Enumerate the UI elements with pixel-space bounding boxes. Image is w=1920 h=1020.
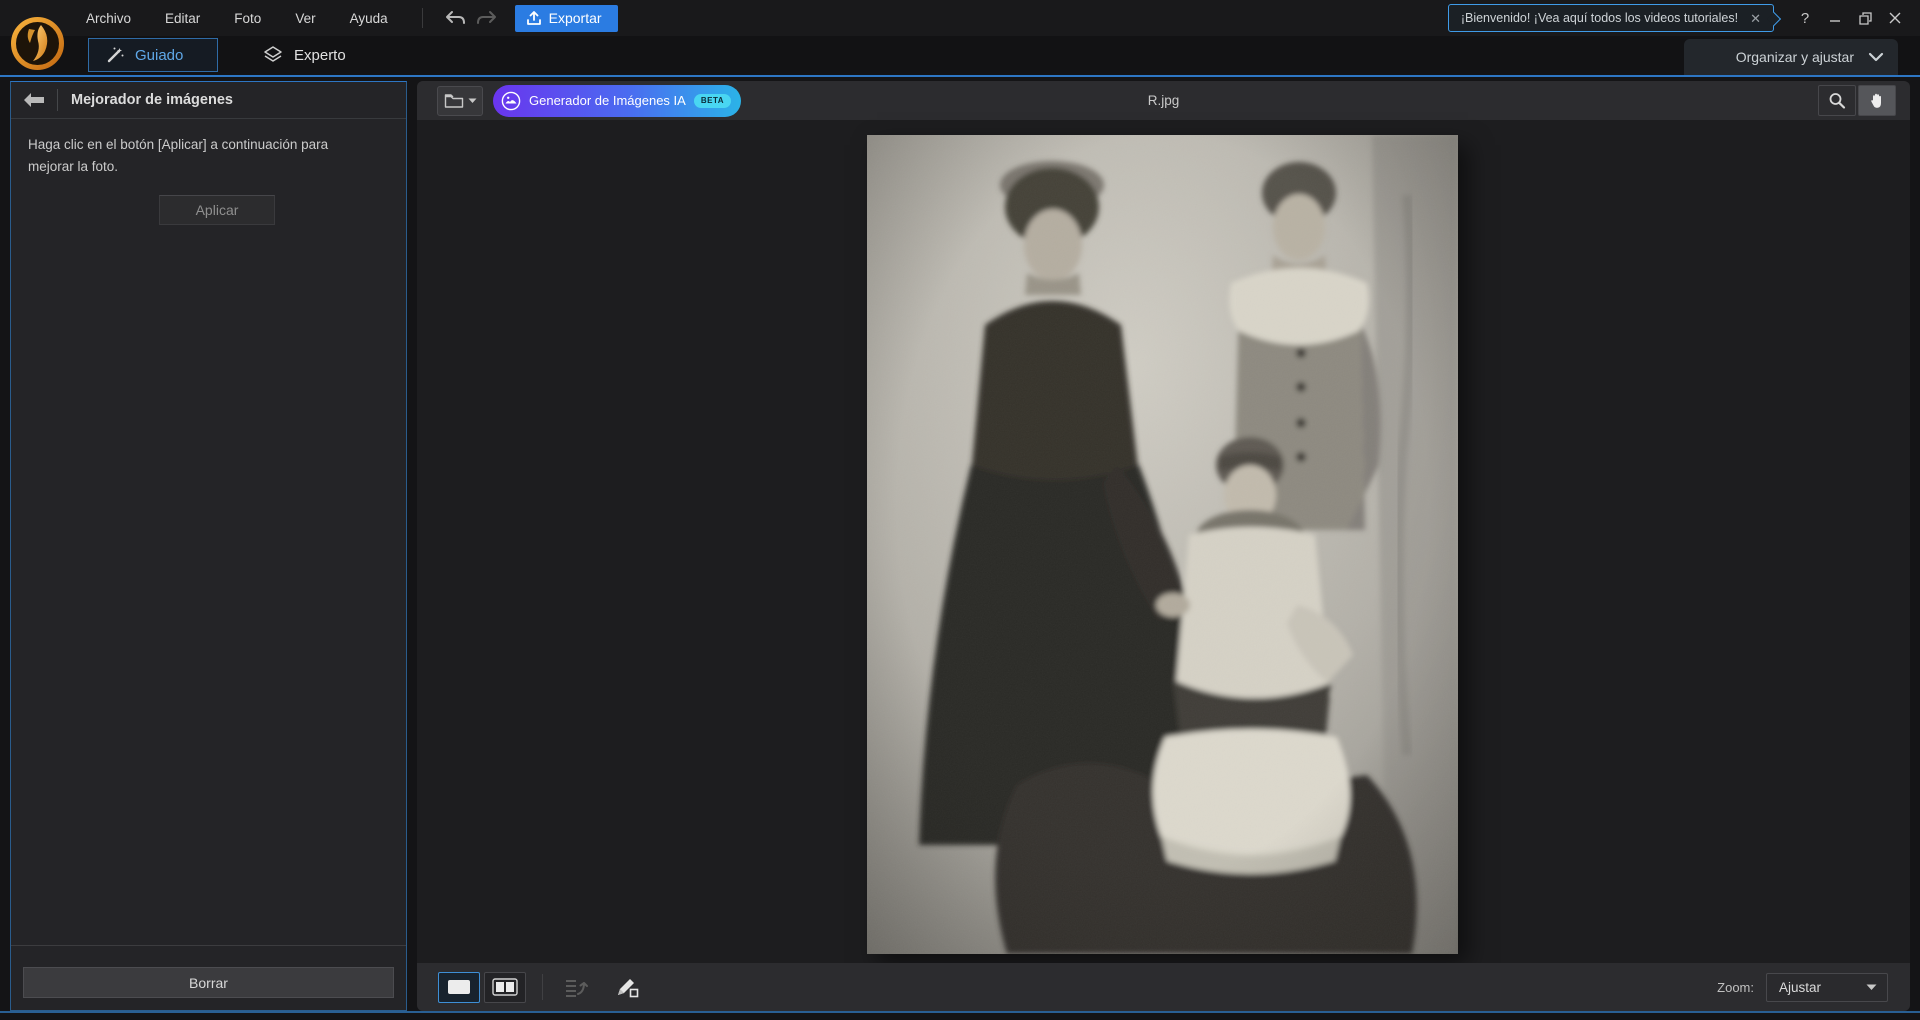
chevron-down-icon: [1868, 52, 1884, 62]
menu-foto[interactable]: Foto: [232, 7, 263, 30]
magic-wand-icon: [105, 45, 125, 65]
panel-instruction: Haga clic en el botón [Aplicar] a contin…: [28, 137, 329, 174]
panel-header-separator: [57, 89, 58, 111]
photodirector-logo: [11, 17, 64, 70]
single-view-button[interactable]: [438, 971, 480, 1003]
menu-archivo[interactable]: Archivo: [84, 7, 133, 30]
bottom-toolbar: Zoom: Ajustar: [417, 963, 1910, 1011]
help-button[interactable]: ?: [1790, 5, 1820, 31]
export-label: Exportar: [548, 10, 602, 26]
copy-adjustments-button[interactable]: [559, 971, 595, 1003]
modebar: Guiado Experto Organizar y ajustar: [0, 36, 1920, 75]
export-upload-icon: [526, 10, 541, 26]
beta-badge: BETA: [693, 93, 732, 108]
minimize-button[interactable]: [1820, 5, 1850, 31]
menu-ver[interactable]: Ver: [293, 7, 317, 30]
menu-editar[interactable]: Editar: [163, 7, 202, 30]
accent-divider: [0, 75, 1920, 77]
ai-image-icon: [501, 91, 521, 111]
photo-canvas[interactable]: [867, 135, 1458, 954]
clear-button[interactable]: Borrar: [23, 967, 394, 998]
hand-pan-tool-button[interactable]: [1858, 85, 1896, 116]
redo-icon: [475, 9, 497, 27]
layers-icon: [262, 45, 284, 65]
tab-guided[interactable]: Guiado: [88, 38, 218, 72]
back-button[interactable]: [11, 82, 57, 118]
zoom-label: Zoom:: [1717, 979, 1754, 995]
split-view-icon: [492, 978, 518, 996]
open-folder-button[interactable]: [437, 85, 483, 116]
bottom-accent-line: [0, 1011, 1920, 1013]
undo-icon: [445, 9, 467, 27]
dropdown-arrow-icon: [1866, 984, 1877, 991]
redo-button[interactable]: [471, 5, 501, 31]
zoom-tool-button[interactable]: [1818, 85, 1856, 116]
tab-guided-label: Guiado: [135, 46, 184, 64]
tab-expert[interactable]: Experto: [246, 38, 362, 72]
ai-image-generator-button[interactable]: Generador de Imágenes IA BETA: [493, 84, 742, 117]
back-arrow-icon: [22, 92, 46, 108]
zoom-magnifier-icon: [1828, 92, 1846, 110]
undo-button[interactable]: [441, 5, 471, 31]
single-view-icon: [447, 979, 471, 995]
organize-adjust-button[interactable]: Organizar y ajustar: [1683, 39, 1898, 75]
tab-expert-label: Experto: [294, 46, 346, 64]
menu-ayuda[interactable]: Ayuda: [348, 7, 390, 30]
panel-footer-divider: [11, 945, 406, 946]
zoom-control-group: Zoom: Ajustar: [1717, 972, 1888, 1002]
hand-pan-icon: [1868, 92, 1886, 110]
bottom-toolbar-separator: [542, 974, 543, 1000]
close-window-button[interactable]: [1880, 5, 1910, 31]
welcome-tooltip-text: ¡Bienvenido! ¡Vea aquí todos los videos …: [1460, 11, 1739, 25]
minimize-icon: [1829, 12, 1841, 24]
navigation-tools: [1818, 85, 1896, 116]
titlebar-right: ¡Bienvenido! ¡Vea aquí todos los videos …: [1447, 4, 1920, 32]
menubar: Archivo Editar Foto Ver Ayuda: [84, 7, 390, 30]
toolbar-separator: [421, 8, 423, 28]
close-window-icon: [1889, 12, 1901, 24]
edit-pencil-button[interactable]: [609, 971, 645, 1003]
tooltip-close-button[interactable]: ✕: [1748, 10, 1763, 27]
restore-window-button[interactable]: [1850, 5, 1880, 31]
main-content-panel: Generador de Imágenes IA BETA R.jpg Zoom…: [417, 81, 1910, 1011]
close-icon: ✕: [1750, 10, 1761, 26]
tooltip-pointer: [1766, 11, 1782, 27]
panel-header: Mejorador de imágenes: [11, 82, 406, 119]
organize-label: Organizar y ajustar: [1735, 49, 1854, 65]
photo-canvas-area: [417, 120, 1910, 963]
photodirector-window: Archivo Editar Foto Ver Ayuda Exportar ¡: [0, 0, 1920, 1020]
edit-pencil-icon: [615, 976, 639, 998]
help-icon: ?: [1800, 9, 1810, 27]
copy-adjustments-icon: [564, 976, 590, 998]
zoom-level-dropdown[interactable]: Ajustar: [1766, 972, 1888, 1002]
export-button[interactable]: Exportar: [514, 4, 618, 32]
panel-title: Mejorador de imágenes: [71, 92, 233, 108]
titlebar: Archivo Editar Foto Ver Ayuda Exportar ¡: [0, 0, 1920, 36]
guided-side-panel: Mejorador de imágenes Haga clic en el bo…: [10, 81, 407, 1011]
apply-button[interactable]: Aplicar: [159, 195, 275, 225]
folder-icon: [444, 93, 464, 109]
welcome-tooltip: ¡Bienvenido! ¡Vea aquí todos los videos …: [1447, 4, 1782, 32]
folder-dropdown-arrow-icon: [468, 98, 477, 104]
restore-window-icon: [1858, 11, 1872, 25]
content-toolbar: Generador de Imágenes IA BETA: [417, 81, 1910, 120]
ai-button-label: Generador de Imágenes IA: [529, 93, 686, 108]
zoom-level-value: Ajustar: [1779, 979, 1822, 995]
split-view-button[interactable]: [484, 971, 526, 1003]
